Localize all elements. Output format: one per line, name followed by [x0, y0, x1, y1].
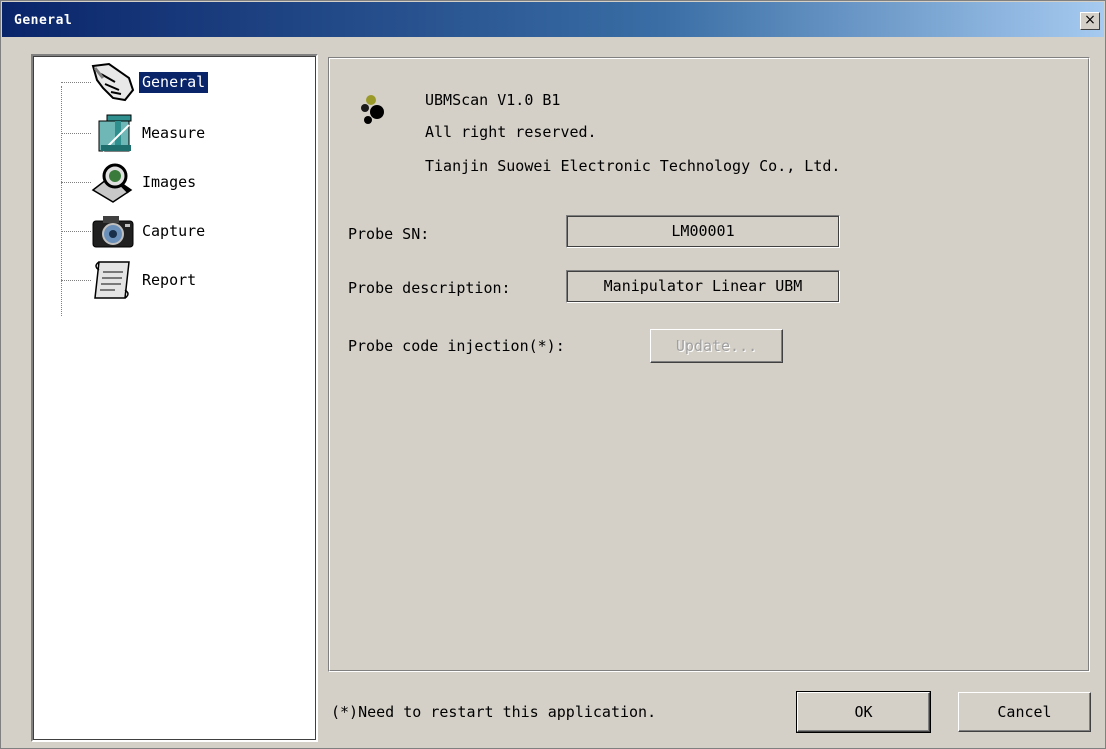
- tree-item-measure[interactable]: Measure: [61, 111, 301, 155]
- update-button[interactable]: Update...: [650, 329, 783, 363]
- general-panel: [328, 57, 1090, 672]
- probe-code-label: Probe code injection(*):: [348, 337, 565, 355]
- settings-dialog: General × General Measure Images Capture…: [0, 0, 1106, 749]
- magnifier-image-icon: [91, 163, 133, 203]
- probe-description-field: Manipulator Linear UBM: [566, 270, 840, 303]
- tree-item-label: Images: [142, 173, 197, 191]
- tree-item-images[interactable]: Images: [61, 160, 301, 204]
- cancel-button[interactable]: Cancel: [958, 692, 1091, 732]
- tree-branch-line: [61, 280, 91, 281]
- tree-item-capture[interactable]: Capture: [61, 209, 301, 253]
- probe-sn-field: LM00001: [566, 215, 840, 248]
- panel-bevel: [329, 58, 1089, 671]
- probe-sn-label: Probe SN:: [348, 225, 430, 243]
- company-logo-icon: [361, 95, 384, 124]
- pointing-hand-icon: [91, 62, 135, 102]
- product-version: UBMScan V1.0 B1: [425, 91, 561, 109]
- probe-description-label: Probe description:: [348, 279, 511, 297]
- tree-item-label: General: [139, 72, 209, 93]
- category-tree: General Measure Images Capture Report: [31, 54, 318, 742]
- tree-branch-line: [61, 182, 91, 183]
- tree-item-label: Measure: [142, 124, 206, 142]
- tree-branch-line: [61, 82, 91, 83]
- tree-branch-line: [61, 133, 91, 134]
- close-button[interactable]: ×: [1080, 12, 1100, 30]
- tree-branch-line: [61, 231, 91, 232]
- tree-item-general[interactable]: General: [61, 60, 301, 104]
- scroll-icon: [94, 261, 130, 299]
- copyright-text: All right reserved.: [425, 123, 597, 141]
- camera-icon: [92, 216, 134, 248]
- window-title: General: [14, 13, 73, 28]
- tree-item-report[interactable]: Report: [61, 258, 301, 302]
- caliper-icon: [98, 114, 132, 152]
- restart-note: (*)Need to restart this application.: [331, 703, 657, 721]
- ok-button[interactable]: OK: [796, 691, 931, 733]
- tree-item-label: Capture: [142, 222, 206, 240]
- company-name: Tianjin Suowei Electronic Technology Co.…: [425, 157, 841, 175]
- title-bar[interactable]: General ×: [2, 2, 1104, 37]
- tree-item-label: Report: [142, 271, 197, 289]
